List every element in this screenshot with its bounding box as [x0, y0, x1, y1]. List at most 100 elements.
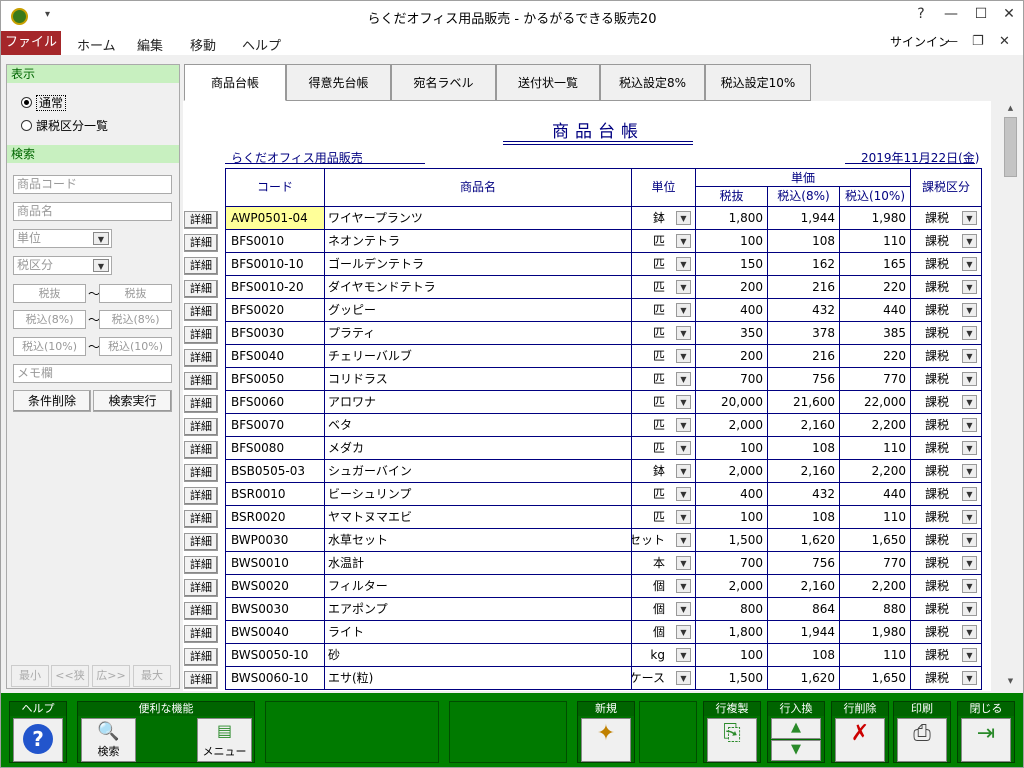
chevron-down-icon[interactable]: ▼ — [962, 602, 977, 616]
scroll-up-icon[interactable]: ▲ — [1002, 101, 1019, 116]
cell-unit[interactable]: 個 ▼ — [631, 621, 695, 643]
cell-unit[interactable]: 匹 ▼ — [631, 345, 695, 367]
chevron-down-icon[interactable]: ▼ — [962, 234, 977, 248]
chevron-down-icon[interactable]: ▼ — [676, 303, 691, 317]
tax-ex-to-field[interactable]: 税抜 — [99, 284, 172, 303]
cell-unit[interactable]: 匹 ▼ — [631, 322, 695, 344]
cell-price-ex[interactable]: 2,000 — [695, 414, 767, 436]
cell-name[interactable]: エアポンプ — [324, 598, 631, 620]
cell-unit[interactable]: 鉢 ▼ — [631, 207, 695, 229]
chevron-down-icon[interactable]: ▼ — [676, 418, 691, 432]
tax8-to-field[interactable]: 税込(8%) — [99, 310, 172, 329]
cell-code[interactable]: BFS0060 — [226, 391, 324, 413]
cell-tax-class[interactable]: 課税 ▼ — [910, 506, 981, 528]
chevron-down-icon[interactable]: ▼ — [962, 625, 977, 639]
cell-price-ex[interactable]: 200 — [695, 345, 767, 367]
ribbon-restore-icon[interactable]: ❐ — [972, 34, 984, 49]
help-button[interactable]: ? — [13, 718, 63, 762]
chevron-down-icon[interactable]: ▼ — [676, 487, 691, 501]
cell-code[interactable]: BWS0040 — [226, 621, 324, 643]
chevron-down-icon[interactable]: ▼ — [676, 395, 691, 409]
cell-unit[interactable]: 鉢 ▼ — [631, 460, 695, 482]
cell-tax-class[interactable]: 課税 ▼ — [910, 644, 981, 666]
chevron-down-icon[interactable]: ▼ — [962, 556, 977, 570]
detail-button[interactable]: 詳細 — [184, 395, 218, 413]
chevron-down-icon[interactable]: ▼ — [962, 211, 977, 225]
chevron-down-icon[interactable]: ▼ — [962, 280, 977, 294]
cell-tax-class[interactable]: 課税 ▼ — [910, 414, 981, 436]
tax8-from-field[interactable]: 税込(8%) — [13, 310, 86, 329]
cell-name[interactable]: 水温計 — [324, 552, 631, 574]
cell-price-ex[interactable]: 1,800 — [695, 621, 767, 643]
cell-name[interactable]: ライト — [324, 621, 631, 643]
cell-code[interactable]: BSR0010 — [226, 483, 324, 505]
new-button[interactable]: ✦ — [581, 718, 631, 762]
detail-button[interactable]: 詳細 — [184, 211, 218, 229]
cell-tax-class[interactable]: 課税 ▼ — [910, 529, 981, 551]
cell-code[interactable]: BFS0050 — [226, 368, 324, 390]
chevron-down-icon[interactable]: ▼ — [676, 372, 691, 386]
menu-home[interactable]: ホーム — [77, 35, 116, 54]
cell-tax-class[interactable]: 課税 ▼ — [910, 230, 981, 252]
cell-tax-class[interactable]: 課税 ▼ — [910, 391, 981, 413]
close-button[interactable]: ⇥ — [961, 718, 1011, 762]
chevron-down-icon[interactable]: ▼ — [962, 372, 977, 386]
cell-name[interactable]: 砂 — [324, 644, 631, 666]
cell-price-ex[interactable]: 2,000 — [695, 575, 767, 597]
cell-price-ex[interactable]: 800 — [695, 598, 767, 620]
detail-button[interactable]: 詳細 — [184, 326, 218, 344]
cell-unit[interactable]: 匹 ▼ — [631, 368, 695, 390]
cell-unit[interactable]: 本 ▼ — [631, 552, 695, 574]
cell-tax-class[interactable]: 課税 ▼ — [910, 437, 981, 459]
chevron-down-icon[interactable]: ▼ — [676, 556, 691, 570]
cell-price-ex[interactable]: 1,500 — [695, 529, 767, 551]
tab-address-label[interactable]: 宛名ラベル — [391, 64, 496, 101]
cell-code[interactable]: BFS0080 — [226, 437, 324, 459]
detail-button[interactable]: 詳細 — [184, 533, 218, 551]
cell-tax-class[interactable]: 課税 ▼ — [910, 552, 981, 574]
chevron-down-icon[interactable]: ▼ — [962, 326, 977, 340]
cell-name[interactable]: ヤマトヌマエビ — [324, 506, 631, 528]
cell-price-ex[interactable]: 100 — [695, 230, 767, 252]
cell-price-ex[interactable]: 2,000 — [695, 460, 767, 482]
cell-unit[interactable]: 匹 ▼ — [631, 276, 695, 298]
cell-tax-class[interactable]: 課税 ▼ — [910, 598, 981, 620]
detail-button[interactable]: 詳細 — [184, 602, 218, 620]
maximize-icon[interactable]: ☐ — [969, 6, 993, 22]
chevron-down-icon[interactable]: ▼ — [962, 349, 977, 363]
zoom-wide-button[interactable]: 広>> — [92, 665, 130, 687]
cell-name[interactable]: ゴールデンテトラ — [324, 253, 631, 275]
chevron-down-icon[interactable]: ▼ — [962, 441, 977, 455]
ribbon-close-icon[interactable]: ✕ — [999, 34, 1010, 49]
cell-name[interactable]: ダイヤモンドテトラ — [324, 276, 631, 298]
cell-tax-class[interactable]: 課税 ▼ — [910, 667, 981, 689]
chevron-down-icon[interactable]: ▼ — [676, 326, 691, 340]
product-name-field[interactable]: 商品名 — [13, 202, 172, 221]
cell-code[interactable]: BFS0030 — [226, 322, 324, 344]
cell-tax-class[interactable]: 課税 ▼ — [910, 345, 981, 367]
cell-code[interactable]: BSB0505-03 — [226, 460, 324, 482]
chevron-down-icon[interactable]: ▼ — [676, 510, 691, 524]
cell-name[interactable]: コリドラス — [324, 368, 631, 390]
ribbon-minimize-icon[interactable]: — — [945, 34, 958, 49]
cell-price-ex[interactable]: 200 — [695, 276, 767, 298]
chevron-down-icon[interactable]: ▼ — [676, 257, 691, 271]
chevron-down-icon[interactable]: ▼ — [962, 464, 977, 478]
cell-tax-class[interactable]: 課税 ▼ — [910, 253, 981, 275]
cell-name[interactable]: ワイヤープランツ — [324, 207, 631, 229]
chevron-down-icon[interactable]: ▼ — [676, 349, 691, 363]
chevron-down-icon[interactable]: ▼ — [962, 418, 977, 432]
close-icon[interactable]: ✕ — [997, 6, 1021, 22]
detail-button[interactable]: 詳細 — [184, 487, 218, 505]
cell-unit[interactable]: 匹 ▼ — [631, 506, 695, 528]
detail-button[interactable]: 詳細 — [184, 234, 218, 252]
memo-field[interactable]: メモ欄 — [13, 364, 172, 383]
cell-code[interactable]: BFS0020 — [226, 299, 324, 321]
cell-code[interactable]: BWP0030 — [226, 529, 324, 551]
cell-unit[interactable]: 匹 ▼ — [631, 299, 695, 321]
tab-product-ledger[interactable]: 商品台帳 — [184, 64, 286, 101]
cell-name[interactable]: アロワナ — [324, 391, 631, 413]
detail-button[interactable]: 詳細 — [184, 671, 218, 689]
chevron-down-icon[interactable]: ▼ — [676, 648, 691, 662]
detail-button[interactable]: 詳細 — [184, 510, 218, 528]
